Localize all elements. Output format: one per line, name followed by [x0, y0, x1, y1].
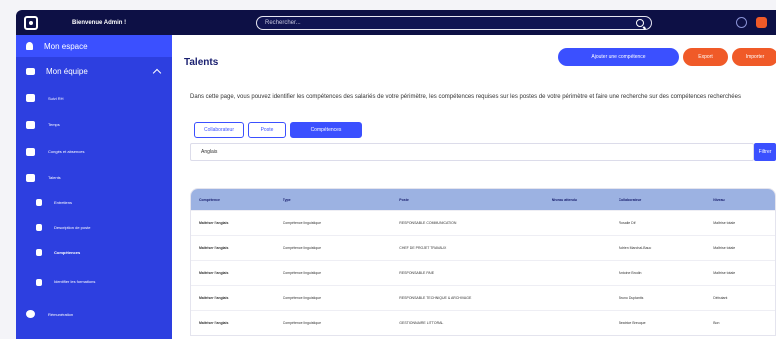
- filter-button[interactable]: Filtrer: [754, 143, 776, 161]
- table-cell: Compétence linguistique: [282, 246, 322, 250]
- table-header: Compétence Type Poste Niveau attendu Col…: [191, 189, 775, 210]
- sidebar-item-suivi-rh[interactable]: Suivi RH: [16, 85, 172, 111]
- sidebar-item-label: Mon espace: [44, 41, 88, 51]
- table-cell: Rosalie Dif: [618, 221, 636, 225]
- badge-icon: [36, 249, 42, 256]
- star-icon: [36, 278, 42, 286]
- table-cell: Maîtriser l'anglais: [199, 321, 229, 325]
- table-cell: Compétence linguistique: [282, 221, 322, 225]
- tab-competences[interactable]: Compétences: [290, 122, 362, 138]
- table-row[interactable]: Maîtriser l'anglais Compétence linguisti…: [191, 260, 775, 285]
- table-cell: Beatrice Breuque: [618, 321, 646, 325]
- table-cell: Compétence linguistique: [282, 321, 322, 325]
- table-row[interactable]: Maîtriser l'anglais Compétence linguisti…: [191, 310, 775, 335]
- chart-icon: [26, 94, 35, 102]
- search-placeholder: Rechercher...: [265, 20, 301, 26]
- table-cell: Maîtriser l'anglais: [199, 221, 229, 225]
- sidebar-item-label: Temps: [48, 122, 60, 127]
- sidebar-item-entretiens[interactable]: Entretiens: [16, 190, 172, 215]
- search-icon[interactable]: [636, 19, 644, 27]
- main-content: Talents Ajouter une compétence Export Im…: [172, 35, 776, 339]
- table-cell: Adrien Marchal-Bauc: [618, 246, 652, 250]
- table-cell: Maîtrise totale: [713, 271, 736, 275]
- settings-icon[interactable]: [736, 17, 747, 28]
- sidebar-item-competences[interactable]: Compétences: [16, 240, 172, 265]
- table-cell: Maîtriser l'anglais: [199, 271, 229, 275]
- person-icon: [26, 42, 33, 50]
- column-header[interactable]: Niveau attendu: [552, 198, 619, 202]
- team-icon: [26, 67, 35, 75]
- sidebar-item-label: Compétences: [54, 250, 81, 255]
- column-header[interactable]: Poste: [399, 198, 551, 202]
- top-bar: Bienvenue Admin ! Rechercher...: [16, 10, 776, 35]
- page-description: Dans cette page, vous pouvez identifier …: [190, 94, 741, 100]
- column-header[interactable]: Compétence: [191, 198, 283, 202]
- table-cell: RESPONSABLE COMMUNICATION: [399, 221, 457, 225]
- sidebar-item-description-poste[interactable]: Description de poste: [16, 215, 172, 240]
- import-button[interactable]: Importer: [732, 48, 776, 66]
- table-cell: RESPONSABLE TECHNIQUE & ARCHIVAGE: [399, 296, 472, 300]
- car-icon: [26, 120, 35, 129]
- person-icon: [36, 199, 42, 206]
- tab-collaborateur[interactable]: Collaborateur: [194, 122, 244, 138]
- table-row[interactable]: Maîtriser l'anglais Compétence linguisti…: [191, 235, 775, 260]
- sidebar-item-label: Talents: [48, 175, 61, 180]
- sidebar-item-label: Entretiens: [54, 200, 73, 205]
- sidebar-item-my-team[interactable]: Mon équipe: [16, 57, 172, 85]
- table-cell: Maîtrise totale: [713, 221, 736, 225]
- table-cell: Compétence linguistique: [282, 296, 322, 300]
- money-icon: [26, 310, 35, 318]
- competence-search-input[interactable]: Anglais: [190, 143, 754, 161]
- sidebar-item-label: Identifier les formations: [54, 279, 96, 284]
- chevron-up-icon[interactable]: [152, 68, 162, 77]
- table-cell: Débutant: [713, 296, 728, 300]
- table-cell: Bon: [713, 321, 720, 325]
- graduation-cap-icon: [26, 173, 35, 182]
- sidebar-item-talents[interactable]: Talents: [16, 165, 172, 190]
- sidebar-item-label: Congés et absences: [48, 149, 85, 154]
- table-cell: Maîtrise totale: [713, 246, 736, 250]
- sidebar: Mon espace Mon équipe Suivi RH Temps Con…: [16, 35, 172, 339]
- column-header[interactable]: Collaborateur: [619, 198, 714, 202]
- table-cell: Maîtriser l'anglais: [199, 246, 229, 250]
- app-window: Bienvenue Admin ! Rechercher... Mon espa…: [16, 10, 776, 339]
- table-cell: GESTIONNAIRE LITTORAL: [399, 321, 444, 325]
- sidebar-item-remuneration[interactable]: Rémunération: [16, 299, 172, 329]
- table-cell: RESPONSABLE PAIE: [399, 271, 435, 275]
- notification-icon[interactable]: [756, 17, 767, 28]
- calendar-icon: [26, 147, 35, 156]
- sidebar-item-conges[interactable]: Congés et absences: [16, 138, 172, 165]
- sidebar-item-my-space[interactable]: Mon espace: [16, 35, 172, 57]
- table-cell: Bruno Duplantis: [618, 296, 644, 300]
- column-header[interactable]: Type: [283, 198, 400, 202]
- sidebar-item-formations[interactable]: Identifier les formations: [16, 265, 172, 299]
- sidebar-item-label: Mon équipe: [46, 66, 88, 76]
- table-cell: CHEF DE PROJET TRAVAUX: [399, 246, 447, 250]
- welcome-text: Bienvenue Admin !: [72, 19, 127, 26]
- table-row[interactable]: Maîtriser l'anglais Compétence linguisti…: [191, 210, 775, 235]
- view-tabs: Collaborateur Poste Compétences: [194, 122, 366, 138]
- tab-poste[interactable]: Poste: [248, 122, 286, 138]
- sidebar-item-label: Rémunération: [48, 311, 74, 317]
- export-button[interactable]: Export: [683, 48, 728, 66]
- table-cell: Antoine Brodin: [618, 271, 642, 275]
- add-competence-button[interactable]: Ajouter une compétence: [558, 48, 679, 66]
- app-logo-icon[interactable]: [24, 15, 38, 30]
- page-title: Talents: [184, 57, 219, 68]
- table-cell: Maîtriser l'anglais: [199, 296, 229, 300]
- column-header[interactable]: Niveau: [713, 198, 775, 202]
- sidebar-item-temps[interactable]: Temps: [16, 111, 172, 138]
- briefcase-icon: [36, 224, 42, 231]
- sidebar-item-label: Description de poste: [54, 225, 91, 230]
- table-cell: Compétence linguistique: [282, 271, 322, 275]
- sidebar-item-label: Suivi RH: [48, 95, 64, 101]
- search-input[interactable]: Rechercher...: [256, 16, 652, 30]
- table-row[interactable]: Maîtriser l'anglais Compétence linguisti…: [191, 285, 775, 310]
- competences-table: Compétence Type Poste Niveau attendu Col…: [190, 188, 776, 336]
